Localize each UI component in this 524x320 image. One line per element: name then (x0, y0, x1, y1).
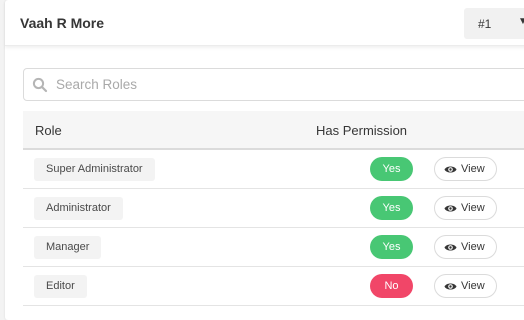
panel-header: Vaah R More #1 ▼ (5, 0, 524, 46)
role-name-tag: Administrator (34, 197, 123, 220)
permission-toggle[interactable]: Yes (370, 235, 413, 259)
table-header: Role Has Permission (23, 111, 524, 150)
search-input[interactable] (56, 70, 516, 99)
page-title: Vaah R More (20, 15, 105, 31)
view-button[interactable]: View (434, 274, 497, 298)
permission-toggle[interactable]: No (370, 274, 413, 298)
table-row: Manager Yes View (23, 228, 524, 267)
view-button[interactable]: View (434, 196, 497, 220)
view-button-label: View (461, 202, 485, 214)
page-select-dropdown[interactable]: #1 ▼ (464, 8, 524, 39)
table-row: Super Administrator Yes View (23, 150, 524, 189)
table-body: Super Administrator Yes View Administrator Y… (23, 150, 524, 306)
view-button-label: View (461, 163, 485, 175)
search-icon (32, 77, 48, 93)
table-row: Editor No View (23, 267, 524, 306)
roles-table: Role Has Permission Super Administrator Y… (23, 111, 524, 306)
page-select-value: #1 (478, 17, 492, 31)
table-row: Administrator Yes View (23, 189, 524, 228)
eye-icon (444, 166, 457, 173)
view-button-label: View (461, 241, 485, 253)
permission-toggle[interactable]: Yes (370, 196, 413, 220)
column-header-has-permission: Has Permission (316, 123, 408, 138)
role-name-tag: Manager (34, 236, 102, 259)
search-box[interactable] (23, 68, 524, 101)
view-button-label: View (461, 280, 485, 292)
eye-icon (444, 283, 457, 290)
view-button[interactable]: View (434, 235, 497, 259)
permission-toggle[interactable]: Yes (370, 157, 413, 181)
view-button[interactable]: View (434, 157, 497, 181)
eye-icon (444, 205, 457, 212)
eye-icon (444, 244, 457, 251)
caret-down-icon: ▼ (518, 16, 524, 27)
role-name-tag: Editor (34, 275, 87, 298)
role-name-tag: Super Administrator (34, 158, 155, 181)
column-header-role: Role (35, 123, 62, 138)
